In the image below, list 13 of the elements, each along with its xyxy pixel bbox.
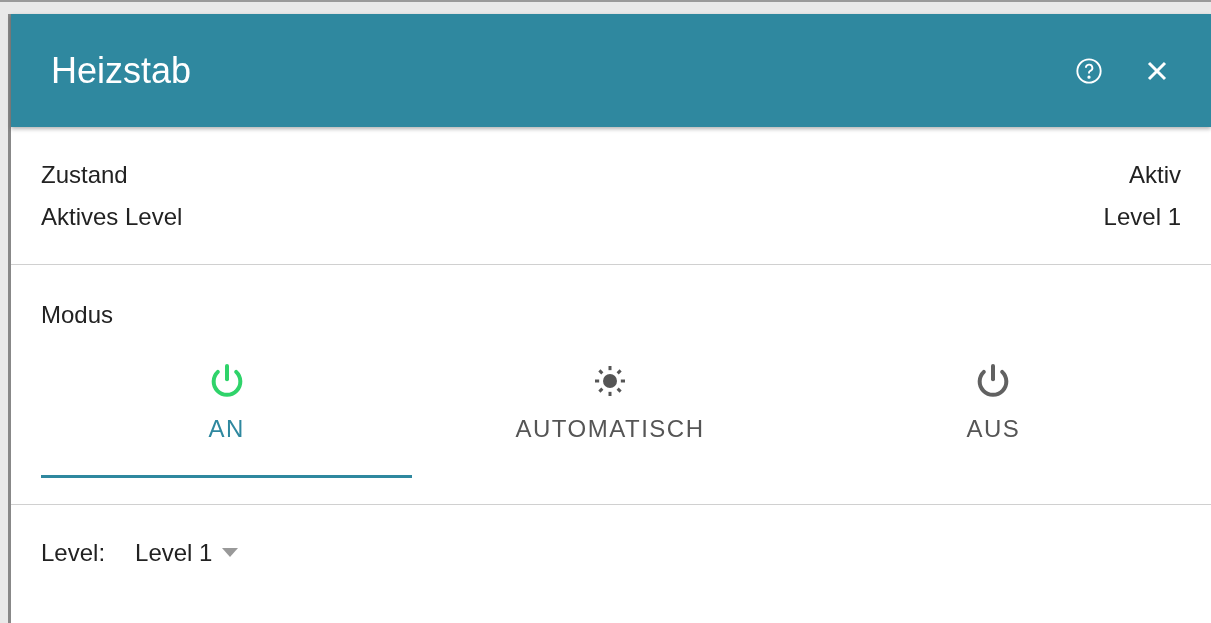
level-label: Level: [41, 539, 106, 567]
status-value: Aktiv [1129, 161, 1181, 189]
caret-icon [222, 548, 239, 558]
mode-tab[interactable]: AUTOMATISCH [424, 357, 796, 478]
mode-tab[interactable]: AN [41, 357, 413, 478]
status-label: Zustand [41, 161, 128, 189]
status-label: Aktives Level [41, 203, 183, 231]
help-icon [1075, 56, 1103, 85]
mode-tab[interactable]: AUS [807, 357, 1179, 478]
status-value: Level 1 [1103, 203, 1181, 231]
level-dropdown[interactable]: Level 1 [135, 539, 239, 567]
mode-label: Modus [41, 301, 114, 328]
dialog-title: Heizstab [51, 49, 193, 92]
